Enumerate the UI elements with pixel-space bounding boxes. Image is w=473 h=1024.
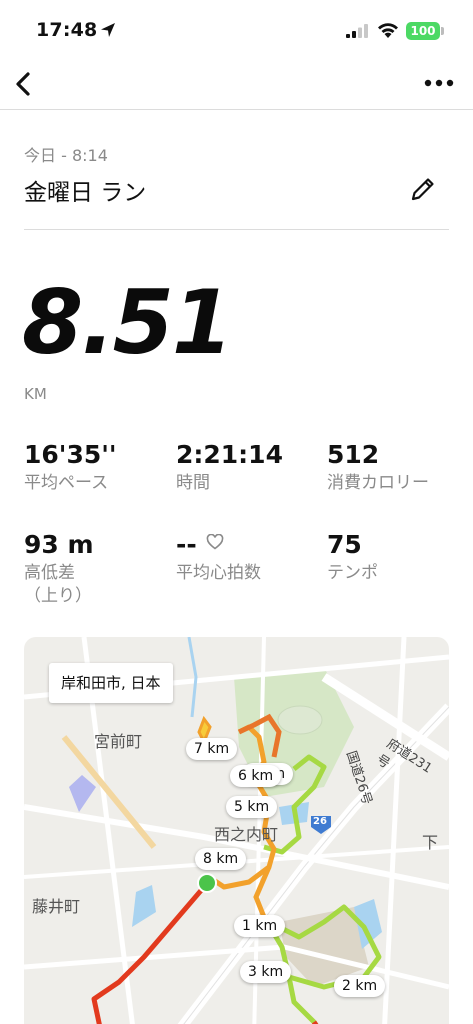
more-options-icon[interactable]: [420, 70, 460, 96]
route-map[interactable]: 岸和田市, 日本 宮前町 西之内町 藤井町 下 国道26号 府道231号 26 …: [24, 637, 449, 1024]
start-point: [197, 873, 217, 893]
elevation-label: 高低差: [24, 563, 75, 583]
distance-unit: KM: [24, 385, 47, 403]
place-miyamae: 宮前町: [94, 732, 143, 751]
km-marker-7: 7 km: [186, 738, 238, 760]
battery-cap: [441, 27, 444, 35]
navigation-bar: [0, 60, 473, 110]
cellular-signal-icon: [346, 24, 368, 38]
place-shimo: 下: [422, 833, 439, 852]
pace-label: 平均ペース: [24, 473, 109, 493]
duration-label: 時間: [176, 473, 210, 493]
back-chevron-icon[interactable]: [8, 64, 42, 104]
calories-value: 512: [327, 440, 380, 469]
map-location-label: 岸和田市, 日本: [49, 663, 173, 703]
pond-1: [132, 885, 156, 927]
cadence-label: テンポ: [327, 563, 378, 583]
place-nishinouchi: 西之内町: [214, 825, 279, 844]
duration-value: 2:21:14: [176, 440, 283, 469]
building-area: [69, 775, 96, 812]
status-time: 17:48: [36, 19, 98, 41]
km-marker-1: 1 km: [234, 915, 286, 937]
street-1: [24, 804, 449, 890]
pace-value: 16'35'': [24, 440, 117, 469]
river: [187, 637, 198, 718]
pencil-edit-icon[interactable]: [408, 174, 438, 204]
km-marker-2: 2 km: [334, 975, 386, 997]
street-4: [382, 637, 407, 1024]
workout-date: 今日 - 8:14: [24, 146, 108, 165]
cadence-value: 75: [327, 530, 362, 559]
elevation-label-qualifier: （上り）: [24, 586, 92, 606]
place-fujii: 藤井町: [32, 897, 81, 916]
road-shield-26: 26: [313, 816, 327, 827]
battery-indicator: 100: [406, 22, 440, 40]
km-marker-3: 3 km: [240, 961, 292, 983]
status-bar: 17:48 100: [0, 0, 473, 60]
workout-title: 金曜日 ラン: [24, 180, 147, 206]
location-arrow-icon: [101, 23, 115, 37]
calories-label: 消費カロリー: [327, 473, 429, 493]
track-field: [277, 705, 323, 735]
km-marker-8: 8 km: [195, 848, 247, 870]
distance-value: 8.51: [22, 271, 233, 374]
heart-icon: [206, 534, 224, 550]
elevation-value: 93 m: [24, 530, 94, 559]
wifi-icon: [378, 23, 398, 38]
heart-rate-label: 平均心拍数: [176, 563, 261, 583]
header-divider: [24, 229, 449, 230]
heart-rate-value: --: [176, 530, 197, 559]
km-marker-5: 5 km: [226, 796, 278, 818]
km-marker-6: 6 km: [230, 765, 282, 787]
